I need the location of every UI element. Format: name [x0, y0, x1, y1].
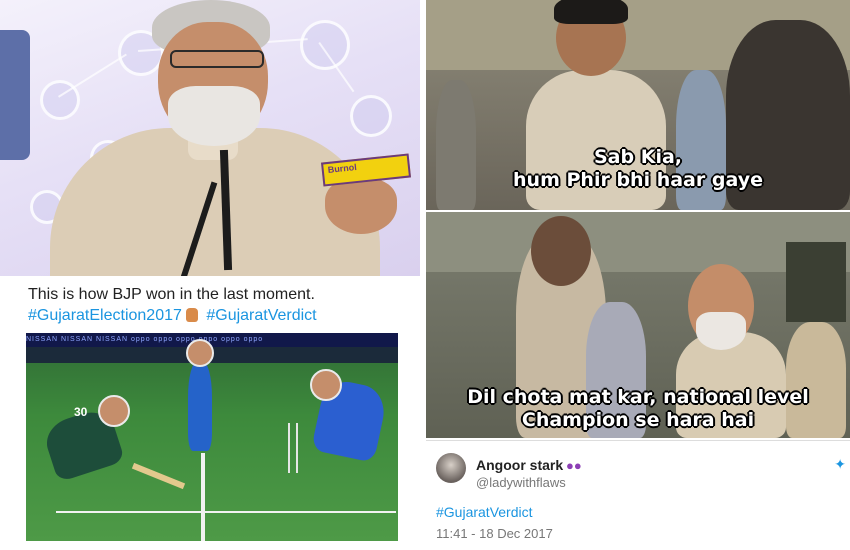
- hashtag-link[interactable]: #GujaratElection2017: [28, 307, 182, 324]
- batsman-head: [98, 395, 130, 427]
- jersey-number: 30: [74, 405, 88, 419]
- man-head: [531, 216, 591, 286]
- tweet-author-name[interactable]: Angoor stark: [476, 457, 563, 473]
- bowler-head: [186, 339, 214, 367]
- hair: [554, 0, 628, 24]
- tweet-timestamp[interactable]: 11:41 - 18 Dec 2017: [436, 526, 553, 541]
- twitter-bird-icon[interactable]: ✦: [834, 456, 846, 473]
- grapes-icon: ●●: [566, 458, 582, 473]
- cricket-photo: NISSAN NISSAN NISSAN oppo oppo oppo oppo…: [26, 333, 398, 541]
- meme-caption-bottom: Dil chota mat kar, national level Champi…: [426, 386, 850, 432]
- bowler: [188, 361, 212, 451]
- speaker-beard: [168, 86, 260, 146]
- divider: [426, 440, 850, 441]
- left-tweet-caption: This is how BJP won in the last moment. …: [28, 284, 408, 326]
- meme-caption-line: Champion se hara hai: [521, 409, 755, 431]
- crease-line: [56, 511, 396, 513]
- meme-caption-line: Dil chota mat kar, national level: [467, 386, 809, 408]
- meme-panel-top: Sab Kia, hum Phir bhi haar gaye: [426, 0, 850, 210]
- stumps: [288, 423, 298, 473]
- hashtag-link[interactable]: #GujaratVerdict: [206, 307, 316, 324]
- cricket-bat: [131, 462, 186, 490]
- speaker-photo: Burnol: [0, 0, 420, 276]
- pointing-finger-icon: [185, 308, 198, 322]
- network-node: [350, 95, 392, 137]
- tweet-author-handle[interactable]: @ladywithflaws: [476, 475, 566, 490]
- chalkboard: [786, 242, 846, 322]
- meme-panel-bottom: Dil chota mat kar, national level Champi…: [426, 212, 850, 438]
- meme-caption-line: Sab Kia,: [594, 146, 682, 168]
- meme-caption-top: Sab Kia, hum Phir bhi haar gaye: [426, 146, 850, 192]
- hashtag-link[interactable]: #GujaratVerdict: [436, 504, 533, 520]
- background-screen: [0, 30, 30, 160]
- network-node: [300, 20, 350, 70]
- meme-caption-line: hum Phir bhi haar gaye: [513, 169, 763, 191]
- speaker-hand: [325, 178, 397, 234]
- wicket-keeper-head: [310, 369, 342, 401]
- smiling-man-beard: [696, 312, 746, 350]
- network-line: [58, 53, 127, 98]
- tweet-text: This is how BJP won in the last moment.: [28, 286, 315, 303]
- avatar[interactable]: [436, 453, 466, 483]
- right-tweet-footer: Angoor stark ●● @ladywithflaws ✦ #Gujara…: [426, 440, 850, 550]
- pitch-line: [201, 453, 205, 541]
- speaker-glasses: [170, 50, 264, 68]
